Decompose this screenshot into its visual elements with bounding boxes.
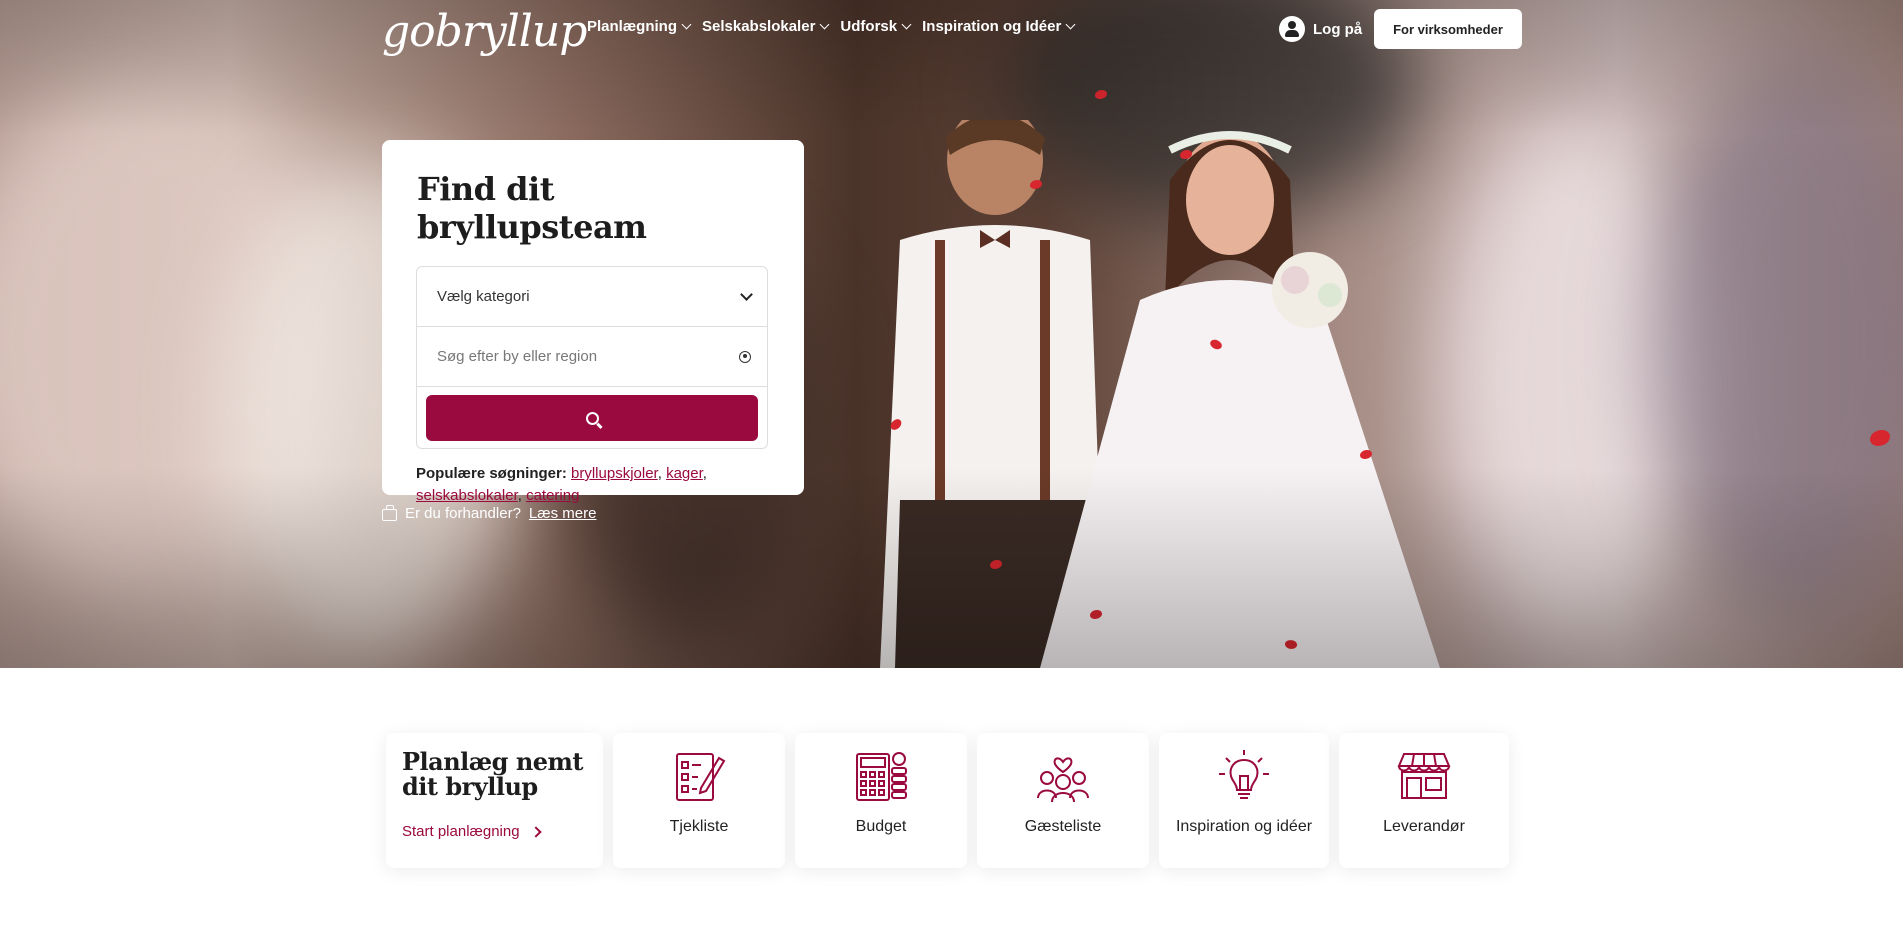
start-planning-label: Start planlægning	[402, 823, 520, 840]
lightbulb-icon	[1219, 750, 1269, 799]
popular-link-bryllupskjoler[interactable]: bryllupskjoler	[571, 465, 658, 482]
start-planning-link[interactable]: Start planlægning	[402, 823, 587, 840]
tool-label: Inspiration og idéer	[1175, 818, 1313, 835]
chevron-down-icon	[740, 287, 753, 301]
for-business-button[interactable]: For virksomheder	[1374, 9, 1522, 49]
menu-item-label: Inspiration og Idéer	[922, 18, 1062, 35]
login-label: Log på	[1313, 20, 1363, 38]
tool-inspiration[interactable]: Inspiration og idéer	[1159, 733, 1329, 868]
calculator-icon	[856, 752, 907, 801]
popular-link-selskabslokaler[interactable]: selskabslokaler	[416, 487, 518, 504]
logo[interactable]: gobryllup	[382, 6, 587, 57]
tool-vendor[interactable]: Leverandør	[1339, 733, 1509, 868]
menu-item-label: Udforsk	[840, 18, 898, 35]
chevron-down-icon	[1065, 19, 1076, 30]
planning-title: Planlæg nemt dit bryllup	[402, 747, 584, 801]
briefcase-icon	[382, 504, 397, 521]
tool-budget[interactable]: Budget	[795, 733, 967, 868]
dealer-read-more-link[interactable]: Læs mere	[529, 505, 597, 522]
chevron-right-icon	[529, 825, 542, 838]
menu-item-label: Selskabslokaler	[702, 18, 816, 35]
menu-item-planlaegning[interactable]: Planlægning	[587, 18, 692, 35]
tool-label: Gæsteliste	[1024, 818, 1102, 835]
search-card: Find dit bryllupsteam Vælg kategori Søg …	[382, 140, 804, 504]
tool-label: Leverandør	[1383, 818, 1465, 835]
chevron-down-icon	[681, 19, 692, 30]
tool-label: Budget	[855, 818, 907, 835]
chevron-down-icon	[819, 19, 830, 30]
login-button[interactable]: Log på	[1279, 16, 1362, 42]
menu-item-selskabslokaler[interactable]: Selskabslokaler	[702, 18, 830, 35]
top-navigation: gobryllup Planlægning Selskabslokaler Ud…	[0, 0, 1903, 58]
location-icon[interactable]	[739, 350, 751, 363]
dealer-banner: Er du forhandler? Læs mere	[382, 504, 597, 522]
user-icon	[1279, 16, 1305, 42]
location-input[interactable]: Søg efter by eller region	[417, 327, 767, 387]
planning-intro-card: Planlæg nemt dit bryllup Start planlægnin…	[386, 733, 603, 868]
planning-tools: Planlæg nemt dit bryllup Start planlægnin…	[386, 733, 1509, 868]
search-form: Vælg kategori Søg efter by eller region	[416, 266, 768, 449]
location-placeholder: Søg efter by eller region	[437, 348, 598, 365]
chevron-down-icon	[901, 19, 912, 30]
dealer-question: Er du forhandler?	[405, 505, 521, 522]
guests-icon	[1037, 757, 1089, 803]
hero-banner	[0, 0, 1903, 668]
tool-guestlist[interactable]: Gæsteliste	[977, 733, 1149, 868]
menu-item-inspiration[interactable]: Inspiration og Idéer	[922, 18, 1076, 35]
popular-link-kager[interactable]: kager	[666, 465, 703, 482]
category-select[interactable]: Vælg kategori	[417, 267, 767, 327]
store-icon	[1397, 753, 1451, 799]
search-title: Find dit bryllupsteam	[417, 170, 647, 246]
search-button[interactable]	[426, 395, 758, 441]
checklist-icon	[676, 753, 726, 801]
popular-searches: Populære søgninger: bryllupskjoler, kage…	[416, 465, 707, 504]
popular-link-catering[interactable]: catering	[526, 487, 579, 504]
tool-checklist[interactable]: Tjekliste	[613, 733, 785, 868]
main-menu: Planlægning Selskabslokaler Udforsk Insp…	[587, 18, 1076, 35]
menu-item-udforsk[interactable]: Udforsk	[840, 18, 912, 35]
popular-searches-label: Populære søgninger:	[416, 465, 567, 482]
search-icon	[585, 411, 599, 425]
category-select-label: Vælg kategori	[437, 288, 530, 305]
menu-item-label: Planlægning	[587, 18, 677, 35]
tool-label: Tjekliste	[669, 818, 729, 835]
